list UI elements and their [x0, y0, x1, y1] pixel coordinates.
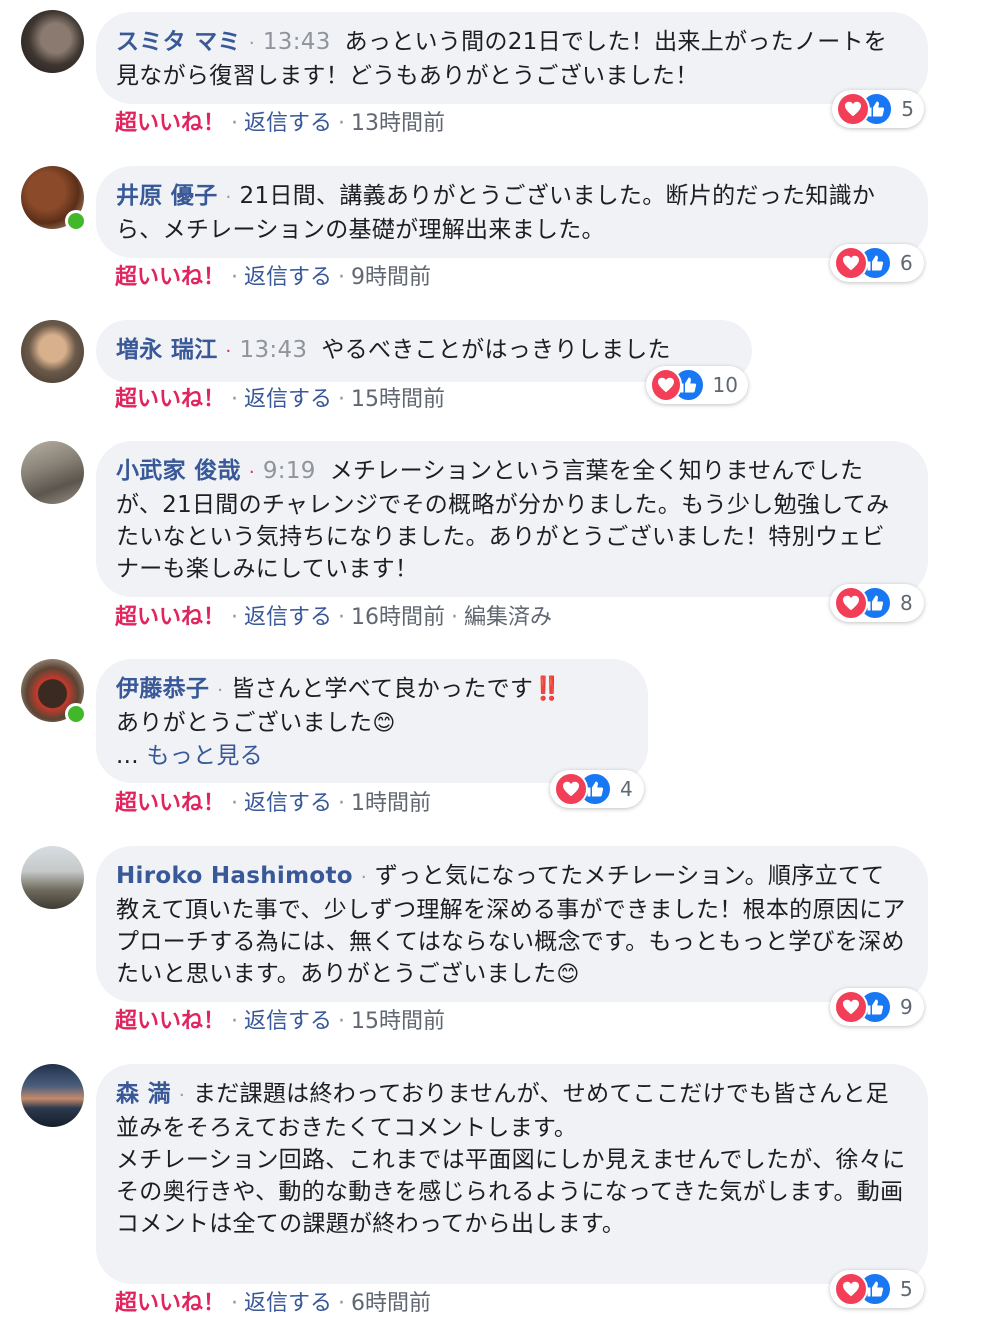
- smiling-face-icon: 😊: [372, 711, 396, 736]
- reply-button[interactable]: 返信する: [244, 265, 332, 290]
- comment-time: 9:19: [262, 458, 316, 484]
- comment-text-line2: メチレーション回路、これまでは平面図にしか見えませんでしたが、徐々にその奥行きや…: [116, 1147, 906, 1237]
- ellipsis: ...: [116, 743, 147, 769]
- reply-button[interactable]: 返信する: [244, 605, 332, 630]
- heart-icon: [554, 772, 588, 806]
- comment-age[interactable]: 15時間前: [351, 387, 445, 412]
- like-button[interactable]: 超いいね！: [115, 111, 225, 136]
- reaction-count: 10: [712, 373, 738, 397]
- comment-actions: 超いいね！ · 返信する · 1時間前: [115, 791, 432, 816]
- avatar[interactable]: [21, 846, 84, 909]
- comment-age[interactable]: 16時間前: [351, 605, 445, 630]
- comment-text: まだ課題は終わっておりませんが、せめてここだけでも皆さんと足並みをそろえておきた…: [116, 1081, 889, 1141]
- comment-bubble: 井原 優子 · 21日間、講義ありがとうございました。断片的だった知識から、メチレー…: [96, 166, 928, 258]
- comment-age[interactable]: 1時間前: [351, 791, 431, 816]
- reaction-count: 9: [900, 995, 913, 1019]
- comment-actions: 超いいね！ · 返信する · 16時間前 · 編集済み: [115, 605, 553, 630]
- online-status-icon: [65, 703, 87, 725]
- reply-button[interactable]: 返信する: [244, 1291, 332, 1316]
- comment-actions: 超いいね！ · 返信する · 15時間前: [115, 1009, 446, 1034]
- comment-age[interactable]: 13時間前: [351, 111, 445, 136]
- comment-age[interactable]: 15時間前: [351, 1009, 445, 1034]
- like-button[interactable]: 超いいね！: [115, 387, 225, 412]
- heart-icon: [834, 586, 868, 620]
- comment-text: 皆さんと学べて良かったです: [231, 676, 534, 702]
- double-exclamation-icon: ‼️: [533, 676, 563, 702]
- like-button[interactable]: 超いいね！: [115, 1009, 225, 1034]
- reply-button[interactable]: 返信する: [244, 1009, 332, 1034]
- reaction-summary[interactable]: 4: [550, 770, 644, 808]
- comment-bubble: 伊藤恭子 · 皆さんと学べて良かったです‼️ ありがとうございました😊 ... もっ…: [96, 659, 648, 783]
- comment-actions: 超いいね！ · 返信する · 6時間前: [115, 1291, 432, 1316]
- comment-time: 13:43: [262, 29, 331, 55]
- comment-text: やるべきことがはっきりしました: [321, 337, 671, 363]
- avatar[interactable]: [21, 659, 87, 725]
- online-status-icon: [65, 210, 87, 232]
- commenter-name[interactable]: 小武家 俊哉: [116, 458, 241, 484]
- reaction-summary[interactable]: 5: [832, 90, 924, 128]
- comment-bubble: 森 満 · まだ課題は終わっておりませんが、せめてここだけでも皆さんと足並みをそろえ…: [96, 1064, 928, 1284]
- reaction-summary[interactable]: 9: [830, 988, 924, 1026]
- avatar[interactable]: [21, 10, 84, 73]
- avatar[interactable]: [21, 1064, 84, 1127]
- heart-icon: [836, 92, 870, 126]
- comment-actions: 超いいね！ · 返信する · 13時間前: [115, 111, 446, 136]
- commenter-name[interactable]: Hiroko Hashimoto: [116, 863, 353, 889]
- commenter-name[interactable]: 増永 瑞江: [116, 337, 218, 363]
- reply-button[interactable]: 返信する: [244, 791, 332, 816]
- comment-bubble: Hiroko Hashimoto · ずっと気になってたメチレーション。順序立てて教…: [96, 846, 928, 1002]
- like-button[interactable]: 超いいね！: [115, 265, 225, 290]
- reaction-count: 6: [900, 251, 913, 275]
- heart-icon: [834, 1272, 868, 1306]
- commenter-name[interactable]: 伊藤恭子: [116, 676, 209, 702]
- comment-actions: 超いいね！ · 返信する · 15時間前: [115, 387, 446, 412]
- reaction-summary[interactable]: 8: [830, 584, 924, 622]
- commenter-name[interactable]: 森 満: [116, 1081, 171, 1107]
- reply-button[interactable]: 返信する: [244, 111, 332, 136]
- reaction-summary[interactable]: 5: [830, 1270, 924, 1308]
- comment-actions: 超いいね！ · 返信する · 9時間前: [115, 265, 432, 290]
- avatar[interactable]: [21, 441, 84, 504]
- avatar[interactable]: [21, 320, 84, 383]
- see-more-link[interactable]: もっと見る: [146, 743, 263, 769]
- edited-label[interactable]: 編集済み: [464, 605, 552, 630]
- comment-text-line2: ありがとうございました: [116, 710, 373, 736]
- comment-age[interactable]: 6時間前: [351, 1291, 431, 1316]
- comment-bubble: スミタ マミ · 13:43 あっという間の21日でした！出来上がったノートを見ながら…: [96, 12, 928, 104]
- commenter-name[interactable]: スミタ マミ: [116, 29, 241, 55]
- comment-bubble: 小武家 俊哉 · 9:19 メチレーションという言葉を全く知りませんでしたが、21日間…: [96, 441, 928, 597]
- heart-icon: [650, 368, 683, 402]
- heart-icon: [834, 246, 868, 280]
- comment-time: 13:43: [239, 337, 308, 363]
- reaction-count: 5: [900, 1277, 913, 1301]
- reaction-count: 8: [900, 591, 913, 615]
- reply-button[interactable]: 返信する: [244, 387, 332, 412]
- reaction-count: 5: [901, 97, 914, 121]
- comment-age[interactable]: 9時間前: [351, 265, 431, 290]
- like-button[interactable]: 超いいね！: [115, 1291, 225, 1316]
- smiling-face-icon: 😊: [556, 962, 580, 987]
- heart-icon: [834, 990, 868, 1024]
- reaction-count: 4: [620, 777, 633, 801]
- like-button[interactable]: 超いいね！: [115, 791, 225, 816]
- commenter-name[interactable]: 井原 優子: [116, 183, 218, 209]
- reaction-summary[interactable]: 10: [646, 366, 748, 404]
- like-button[interactable]: 超いいね！: [115, 605, 225, 630]
- reaction-summary[interactable]: 6: [830, 244, 924, 282]
- avatar[interactable]: [21, 166, 87, 232]
